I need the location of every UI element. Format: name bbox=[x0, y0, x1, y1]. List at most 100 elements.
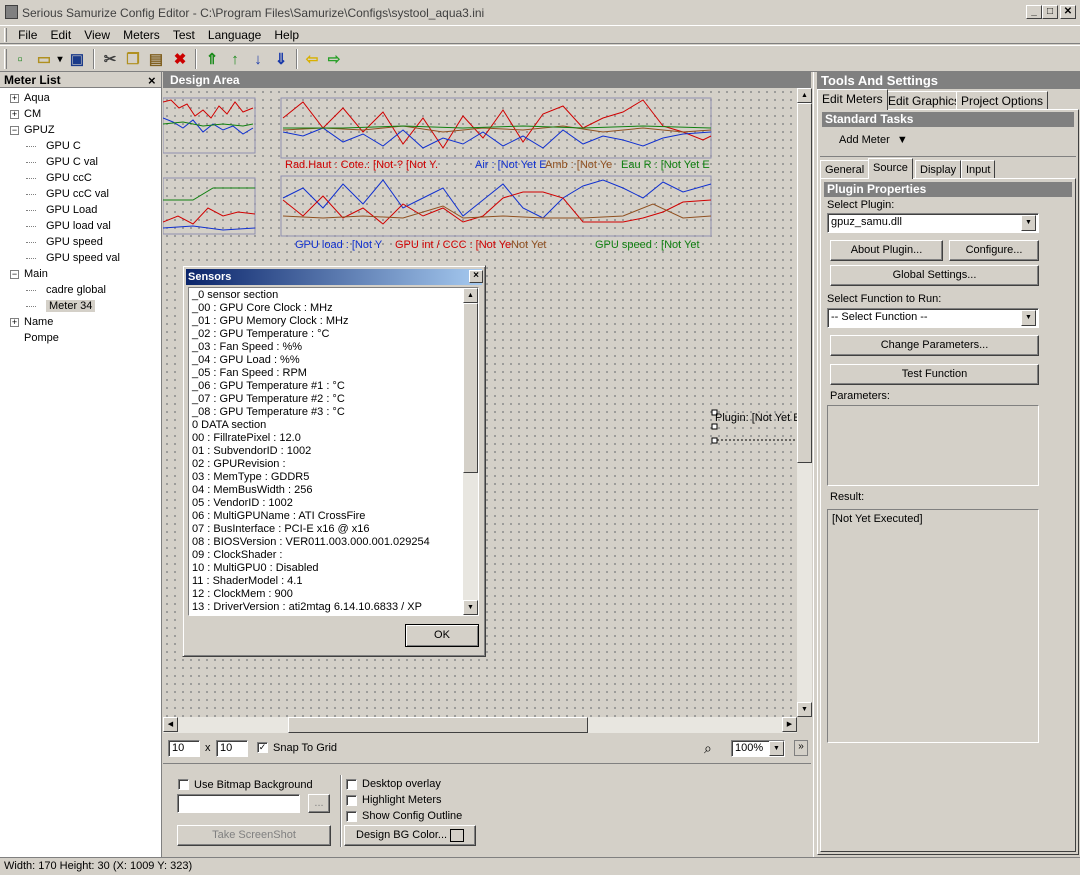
scroll-up-button[interactable]: ▲ bbox=[797, 88, 812, 103]
tree-item-main[interactable]: − Main bbox=[10, 266, 48, 282]
grid-y-input[interactable]: 10 bbox=[216, 740, 248, 757]
design-horizontal-scrollbar[interactable]: ◀ ▶ bbox=[163, 717, 797, 733]
tree-item-name[interactable]: + Name bbox=[10, 314, 53, 330]
graph-frame-3[interactable] bbox=[163, 177, 256, 235]
tree-item-gpu-load[interactable]: GPU Load bbox=[26, 202, 97, 218]
arrow-left-icon[interactable]: ⇦ bbox=[301, 49, 323, 71]
browse-button[interactable]: ... bbox=[308, 794, 330, 813]
bitmap-path-input[interactable] bbox=[177, 794, 300, 813]
tree-item-gpu-ccc[interactable]: GPU ccC bbox=[26, 170, 92, 186]
new-file-icon[interactable]: ▫ bbox=[9, 49, 31, 71]
sensor-list-item[interactable]: 03 : MemType : GDDR5 bbox=[189, 471, 461, 484]
sensor-list-item[interactable]: 06 : MultiGPUName : ATI CrossFire bbox=[189, 510, 461, 523]
arrow-right-icon[interactable]: ⇨ bbox=[323, 49, 345, 71]
sensor-list-item[interactable]: _0 sensor section bbox=[189, 289, 461, 302]
tree-item-cadre-global[interactable]: cadre global bbox=[26, 282, 106, 298]
menu-meters[interactable]: Meters bbox=[118, 26, 165, 44]
sensor-list-item[interactable]: 12 : ClockMem : 900 bbox=[189, 588, 461, 601]
expand-options-icon[interactable]: » bbox=[794, 740, 808, 756]
tree-item-gpu-speed[interactable]: GPU speed bbox=[26, 234, 103, 250]
tree-expander-icon[interactable]: + bbox=[10, 109, 19, 119]
move-bottom-icon[interactable]: ⇓ bbox=[270, 49, 292, 71]
close-button[interactable]: ✕ bbox=[1060, 5, 1076, 19]
tree-item-gpu-load-val[interactable]: GPU load val bbox=[26, 218, 111, 234]
sensor-list-item[interactable]: _03 : Fan Speed : %% bbox=[189, 341, 461, 354]
about-plugin-button[interactable]: About Plugin... bbox=[830, 240, 943, 261]
use-bitmap-checkbox[interactable] bbox=[178, 779, 189, 790]
sensor-list-item[interactable]: 07 : BusInterface : PCI-E x16 @ x16 bbox=[189, 523, 461, 536]
sensor-list-item[interactable]: _05 : Fan Speed : RPM bbox=[189, 367, 461, 380]
open-folder-icon[interactable]: ▭ bbox=[33, 49, 55, 71]
snap-to-grid-checkbox[interactable]: ✓ bbox=[257, 742, 268, 753]
take-screenshot-button[interactable]: Take ScreenShot bbox=[177, 825, 331, 846]
sensor-list-item[interactable]: 05 : VendorID : 1002 bbox=[189, 497, 461, 510]
scroll-thumb[interactable] bbox=[288, 717, 588, 733]
scroll-thumb[interactable] bbox=[463, 303, 478, 473]
subtab-input[interactable]: Input bbox=[961, 160, 996, 179]
sensor-list-item[interactable]: _04 : GPU Load : %% bbox=[189, 354, 461, 367]
sensor-list-item[interactable]: 04 : MemBusWidth : 256 bbox=[189, 484, 461, 497]
save-disk-icon[interactable]: ▣ bbox=[66, 49, 88, 71]
tree-item-meter-34[interactable]: Meter 34 bbox=[26, 298, 96, 314]
function-select[interactable]: -- Select Function -- bbox=[827, 308, 1039, 328]
move-top-icon[interactable]: ⇑ bbox=[201, 49, 223, 71]
sensors-close-icon[interactable]: × bbox=[469, 270, 483, 283]
scroll-down-button[interactable]: ▼ bbox=[797, 702, 812, 717]
parameters-area[interactable] bbox=[827, 405, 1039, 486]
plugin-meter-label[interactable]: Plugin: [Not Yet E bbox=[715, 412, 801, 424]
resize-handle[interactable] bbox=[711, 423, 718, 430]
copy-icon[interactable]: ❐ bbox=[122, 49, 144, 71]
scroll-right-button[interactable]: ▶ bbox=[782, 717, 797, 732]
paste-icon[interactable]: ▤ bbox=[145, 49, 167, 71]
tree-expander-icon[interactable]: + bbox=[10, 317, 19, 327]
tree-item-gpu-c-val[interactable]: GPU C val bbox=[26, 154, 98, 170]
move-up-icon[interactable]: ↑ bbox=[224, 49, 246, 71]
sensor-list-item[interactable]: 02 : GPURevision : bbox=[189, 458, 461, 471]
menu-language[interactable]: Language bbox=[203, 26, 266, 44]
move-down-icon[interactable]: ↓ bbox=[247, 49, 269, 71]
sensor-list-item[interactable]: _00 : GPU Core Clock : MHz bbox=[189, 302, 461, 315]
scroll-thumb[interactable] bbox=[797, 103, 812, 463]
scroll-down-button[interactable]: ▼ bbox=[463, 600, 478, 615]
zoom-icon[interactable]: ⌕ bbox=[704, 740, 712, 757]
tab-project-options[interactable]: Project Options bbox=[956, 91, 1049, 110]
tree-item-aqua[interactable]: + Aqua bbox=[10, 90, 50, 106]
sensor-list-item[interactable]: 08 : BIOSVersion : VER011.003.000.001.02… bbox=[189, 536, 461, 549]
resize-handle[interactable] bbox=[711, 437, 718, 444]
sensor-list-item[interactable]: _02 : GPU Temperature : °C bbox=[189, 328, 461, 341]
dropdown-arrow-icon[interactable]: ▾ bbox=[55, 49, 65, 71]
cut-icon[interactable]: ✂ bbox=[99, 49, 121, 71]
subtab-general[interactable]: General bbox=[820, 160, 870, 179]
scroll-left-button[interactable]: ◀ bbox=[163, 717, 178, 732]
sensors-scrollbar[interactable]: ▲ ▼ bbox=[463, 288, 478, 615]
show-outline-checkbox[interactable] bbox=[346, 811, 357, 822]
menu-test[interactable]: Test bbox=[168, 26, 200, 44]
sensor-list-item[interactable]: _01 : GPU Memory Clock : MHz bbox=[189, 315, 461, 328]
meter-list-close-icon[interactable]: × bbox=[148, 73, 156, 88]
global-settings-button[interactable]: Global Settings... bbox=[830, 265, 1039, 286]
change-parameters-button[interactable]: Change Parameters... bbox=[830, 335, 1039, 356]
sensor-list-item[interactable]: 11 : ShaderModel : 4.1 bbox=[189, 575, 461, 588]
result-area[interactable]: [Not Yet Executed] bbox=[827, 509, 1039, 743]
menu-help[interactable]: Help bbox=[269, 26, 304, 44]
highlight-meters-checkbox[interactable] bbox=[346, 795, 357, 806]
delete-icon[interactable]: ✖ bbox=[169, 49, 191, 71]
sensor-list-item[interactable]: _08 : GPU Temperature #3 : °C bbox=[189, 406, 461, 419]
graph-frame-4[interactable] bbox=[280, 175, 712, 237]
tree-item-gpu-ccc-val[interactable]: GPU ccC val bbox=[26, 186, 109, 202]
sensor-list-item[interactable]: _06 : GPU Temperature #1 : °C bbox=[189, 380, 461, 393]
ok-button[interactable]: OK bbox=[405, 624, 479, 647]
tree-item-cm[interactable]: + CM bbox=[10, 106, 41, 122]
zoom-dropdown-icon[interactable]: ▼ bbox=[769, 741, 784, 756]
function-dropdown-icon[interactable]: ▼ bbox=[1021, 310, 1036, 326]
tree-expander-icon[interactable]: − bbox=[10, 269, 19, 279]
design-bg-color-button[interactable]: Design BG Color... bbox=[344, 825, 476, 846]
tree-expander-icon[interactable]: − bbox=[10, 125, 19, 135]
tree-item-pompe[interactable]: Pompe bbox=[10, 330, 59, 346]
sensor-list-item[interactable]: 0 DATA section bbox=[189, 419, 461, 432]
scroll-up-button[interactable]: ▲ bbox=[463, 288, 478, 303]
menu-view[interactable]: View bbox=[79, 26, 115, 44]
sensor-list-item[interactable]: 13 : DriverVersion : ati2mtag 6.14.10.68… bbox=[189, 601, 461, 614]
tree-item-gpu-c[interactable]: GPU C bbox=[26, 138, 81, 154]
tab-edit-graphics[interactable]: Edit Graphics bbox=[883, 91, 966, 110]
